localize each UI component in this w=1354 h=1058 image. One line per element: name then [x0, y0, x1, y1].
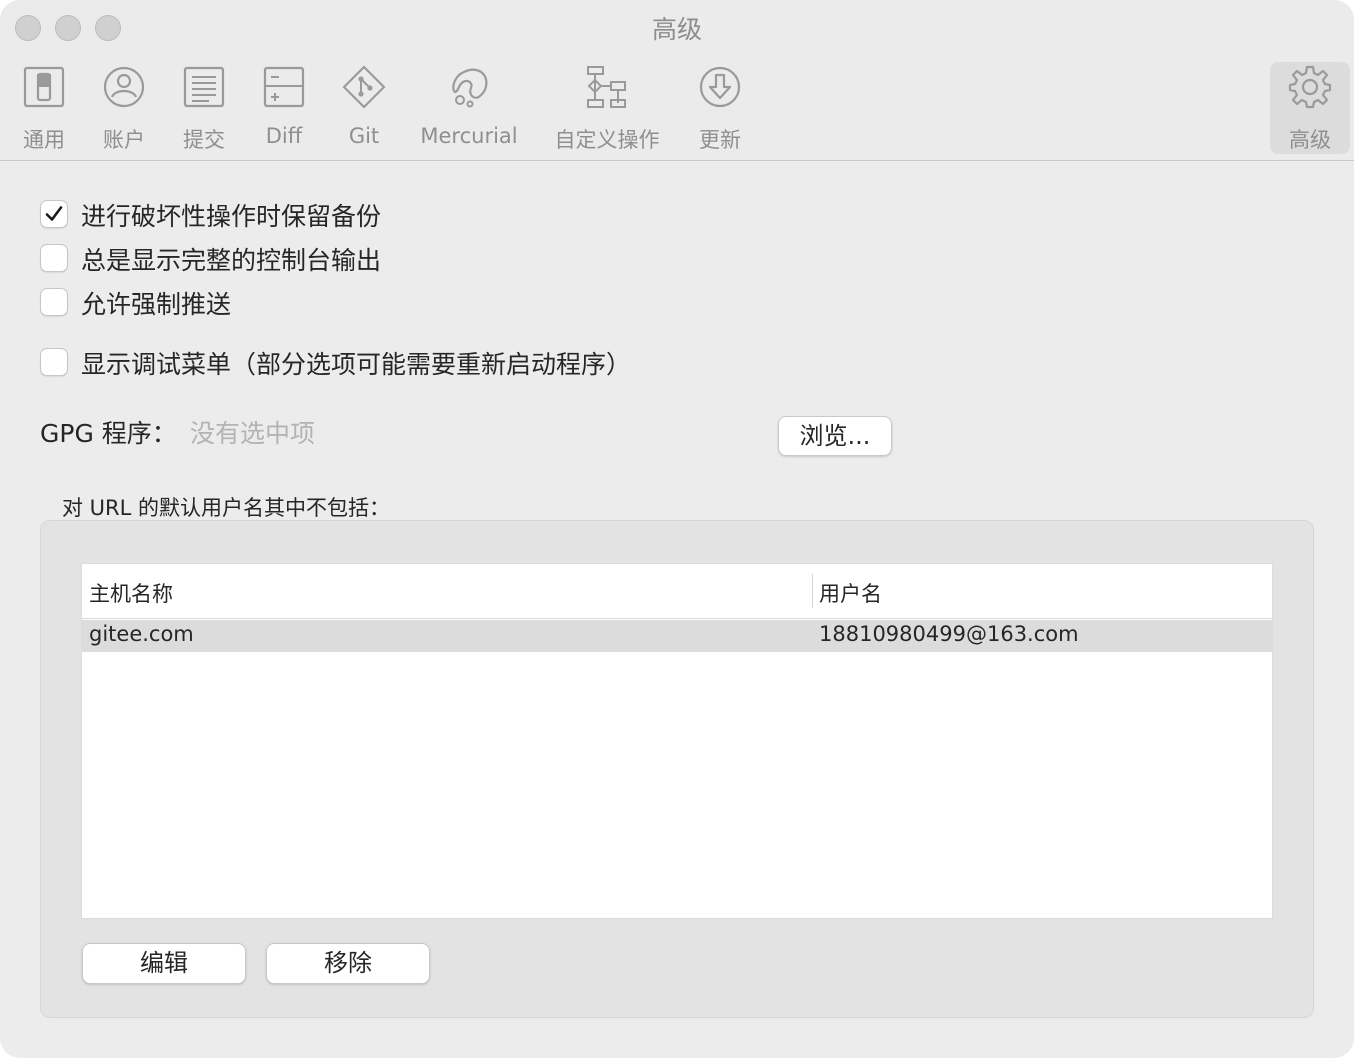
toolbar-item-custom-actions[interactable]: 自定义操作 — [548, 62, 666, 154]
toolbar-item-updates[interactable]: 更新 — [694, 62, 746, 154]
toolbar-item-label: 更新 — [699, 128, 741, 152]
option-label: 允许强制推送 — [81, 290, 232, 319]
diff-icon — [261, 64, 307, 110]
toolbar-item-commit[interactable]: 提交 — [178, 62, 230, 154]
table-header: 主机名称 用户名 — [82, 564, 1272, 619]
mercurial-icon — [446, 64, 492, 110]
toolbar-item-label: 账户 — [103, 128, 145, 152]
checkbox-full-console-output[interactable] — [40, 244, 68, 272]
checkmark-icon — [45, 206, 63, 221]
browse-button[interactable]: 浏览... — [778, 416, 892, 456]
toolbar-item-label: 通用 — [23, 128, 65, 152]
git-icon — [341, 64, 387, 110]
edit-button[interactable]: 编辑 — [82, 943, 246, 984]
toolbar-item-label: 自定义操作 — [554, 128, 660, 152]
column-divider[interactable] — [812, 574, 813, 608]
option-label: 进行破坏性操作时保留备份 — [81, 202, 382, 231]
toolbar-item-label: Mercurial — [420, 124, 518, 148]
toolbar-item-label: 高级 — [1289, 128, 1331, 152]
url-section-label: 对 URL 的默认用户名其中不包括： — [62, 496, 391, 520]
toolbar-item-label: Diff — [265, 124, 303, 148]
option-label: 总是显示完整的控制台输出 — [81, 246, 382, 275]
remove-button[interactable]: 移除 — [266, 943, 430, 984]
gpg-program-value: 没有选中项 — [190, 419, 316, 448]
toolbar-item-mercurial[interactable]: Mercurial — [416, 62, 522, 154]
url-username-table: 主机名称 用户名 gitee.com 18810980499@163.com — [81, 563, 1273, 919]
checkbox-debug-menu[interactable] — [40, 348, 68, 376]
cell-host: gitee.com — [89, 622, 194, 646]
cell-username: 18810980499@163.com — [819, 622, 1079, 646]
gpg-program-label: GPG 程序： — [40, 419, 177, 448]
column-header-username[interactable]: 用户名 — [819, 578, 882, 608]
flowchart-icon — [584, 64, 630, 110]
table-row[interactable]: gitee.com 18810980499@163.com — [82, 620, 1272, 652]
toolbar-item-diff[interactable]: Diff — [258, 62, 310, 154]
document-lines-icon — [181, 64, 227, 110]
checkbox-keep-backups[interactable] — [40, 200, 68, 228]
gear-icon — [1287, 64, 1333, 110]
toolbar-item-git[interactable]: Git — [338, 62, 390, 154]
toolbar-item-general[interactable]: 通用 — [18, 62, 70, 154]
preferences-window: 高级 通用 账户 提交 Diff Git Mercurial 自定义操作 更新 … — [0, 0, 1354, 1058]
user-circle-icon — [101, 64, 147, 110]
column-header-host[interactable]: 主机名称 — [89, 578, 173, 608]
toolbar-item-accounts[interactable]: 账户 — [98, 62, 150, 154]
toolbar-item-advanced[interactable]: 高级 — [1270, 62, 1350, 154]
checkbox-allow-force-push[interactable] — [40, 288, 68, 316]
toolbar: 高级 通用 账户 提交 Diff Git Mercurial 自定义操作 更新 … — [0, 0, 1354, 161]
download-circle-icon — [697, 64, 743, 110]
option-label: 显示调试菜单（部分选项可能需要重新启动程序） — [81, 350, 632, 379]
switch-icon — [21, 64, 67, 110]
toolbar-item-label: 提交 — [183, 128, 225, 152]
window-title: 高级 — [651, 15, 702, 44]
toolbar-item-label: Git — [348, 124, 380, 148]
